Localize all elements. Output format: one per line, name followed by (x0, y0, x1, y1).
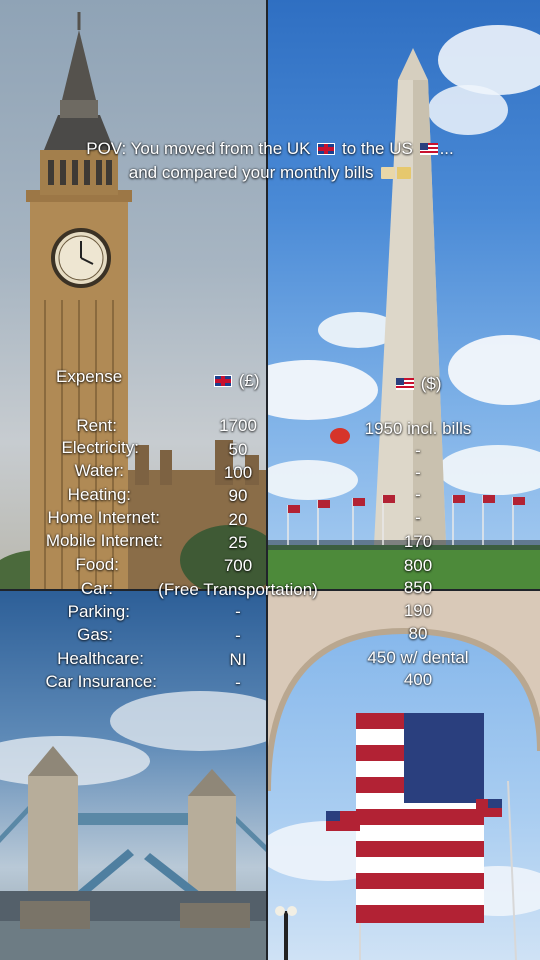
uk-cost: 1700 (219, 416, 257, 435)
expense-label: Gas: (77, 625, 113, 644)
us-cost: - (415, 485, 421, 504)
caption-text-2: and compared your monthly bills (128, 163, 374, 182)
us-cost: - (415, 441, 421, 460)
money-bills-icon (381, 167, 412, 179)
expense-label: Home Internet: (47, 508, 160, 527)
us-cost: 450 w/ dental (367, 648, 469, 667)
uk-cost: - (235, 602, 241, 621)
us-cost: 1950 incl. bills (364, 419, 472, 438)
us-flag-icon (419, 143, 438, 155)
expense-label: Water: (74, 461, 124, 480)
us-cost: 170 (403, 532, 433, 551)
uk-cost: - (235, 626, 241, 645)
uk-cost: 100 (223, 463, 253, 482)
caption-line-1: POV: You moved from the UK to the US ... (0, 137, 540, 161)
uk-cost: - (235, 673, 241, 692)
us-cost: 190 (403, 601, 433, 620)
us-flag-arch-photo (268, 591, 540, 960)
expense-label: Food: (75, 555, 119, 574)
expense-label: Heating: (67, 485, 131, 504)
us-cost: - (415, 508, 421, 527)
us-flag-icon (396, 378, 414, 390)
uk-cost: NI (229, 650, 247, 669)
uk-flag-icon (214, 375, 232, 387)
us-cost: 80 (408, 624, 428, 643)
caption-ellipsis: ... (439, 139, 454, 158)
expense-label: Electricity: (61, 438, 139, 457)
tower-bridge-photo (0, 591, 267, 960)
us-cost: - (415, 463, 421, 482)
uk-cost: 25 (228, 533, 248, 552)
expense-label: Car Insurance: (45, 672, 158, 691)
header-uk: (£) (212, 371, 260, 391)
expense-label: Parking: (67, 602, 130, 621)
uk-cost: 90 (228, 486, 248, 505)
uk-cost: (Free Transportation) (158, 580, 318, 599)
header-us-currency: ($) (420, 374, 442, 393)
us-cost: 400 (403, 670, 433, 689)
header-expense: Expense (56, 367, 123, 386)
us-cost: 800 (403, 556, 433, 575)
uk-cost: 50 (228, 440, 248, 459)
expense-label: Healthcare: (57, 649, 144, 668)
expense-label: Rent: (76, 416, 117, 435)
expense-label: Mobile Internet: (45, 531, 163, 550)
us-cost: 850 (403, 578, 433, 597)
uk-cost: 20 (228, 510, 248, 529)
header-us: ($) (394, 374, 442, 394)
caption-line-2: and compared your monthly bills (0, 161, 540, 185)
uk-cost: 700 (223, 556, 253, 575)
uk-flag-icon (317, 143, 336, 155)
caption-text-1a: POV: You moved from the UK (86, 139, 311, 158)
header-uk-currency: (£) (238, 371, 260, 390)
expense-label: Car: (80, 579, 113, 598)
caption-text-1b: to the US (341, 139, 413, 158)
